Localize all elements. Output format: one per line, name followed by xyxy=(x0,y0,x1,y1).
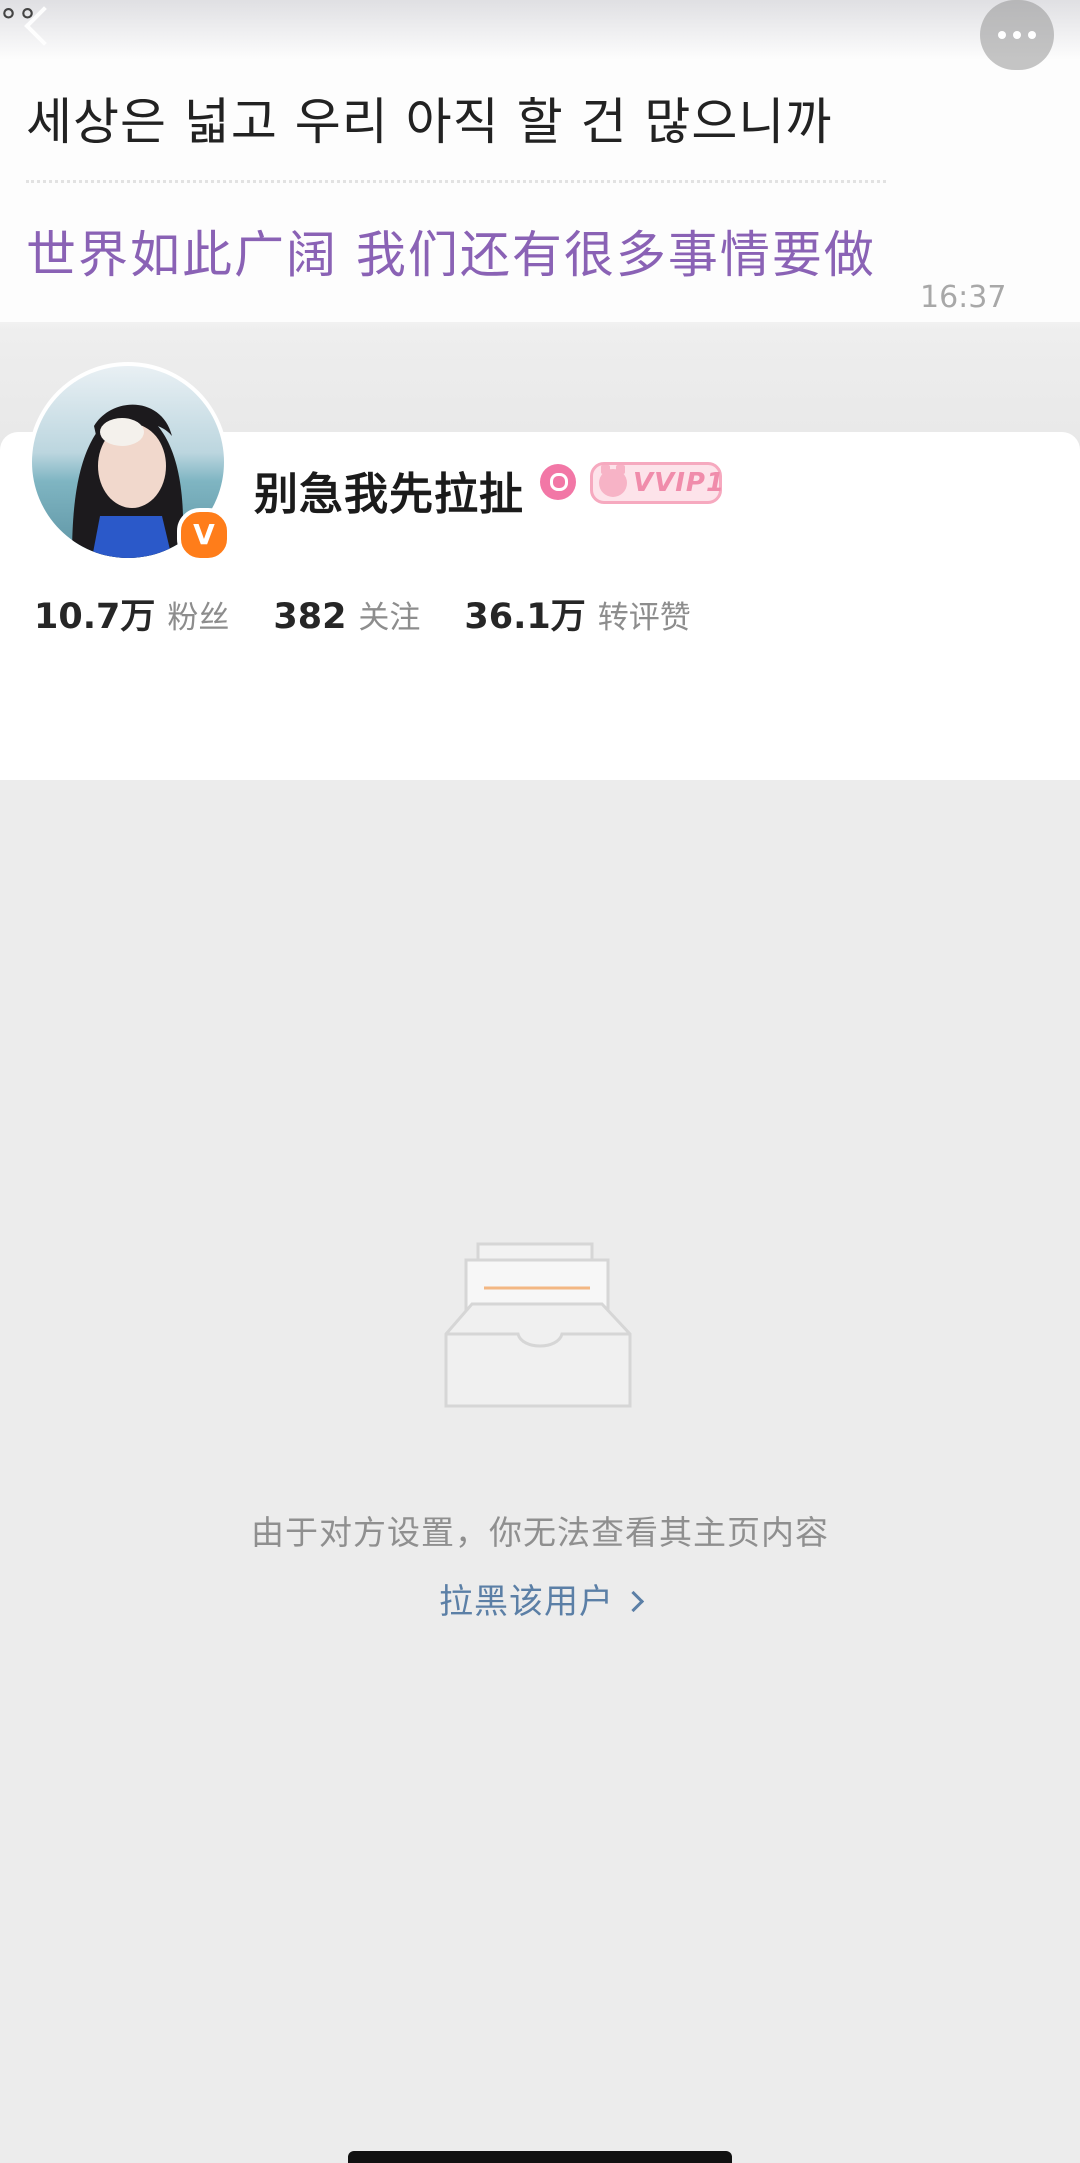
more-dot-icon xyxy=(1013,31,1021,39)
block-user-label: 拉黑该用户 xyxy=(439,1582,614,1622)
chevron-right-icon xyxy=(622,1590,645,1613)
empty-inbox-icon xyxy=(440,1238,640,1414)
stat-reposts-comments-likes[interactable]: 36.1万 转评赞 xyxy=(464,588,690,639)
stat-followers[interactable]: 10.7万 粉丝 xyxy=(34,588,229,639)
stat-value: 10.7万 xyxy=(34,597,156,637)
profile-stats: 10.7万 粉丝 382 关注 36.1万 转评赞 xyxy=(34,588,735,639)
stat-value: 36.1万 xyxy=(464,597,586,637)
banner-message-time: 16:37 xyxy=(920,280,1007,315)
banner-divider xyxy=(26,180,886,183)
stat-label: 转评赞 xyxy=(597,600,691,636)
banner-korean-text: 세상은 넓고 우리 아직 할 건 많으니까 xyxy=(26,93,833,151)
pig-icon xyxy=(599,465,627,497)
stat-value: 382 xyxy=(273,597,347,637)
restricted-profile-message: 由于对方设置，你无法查看其主页内容 xyxy=(251,1513,829,1552)
stat-label: 关注 xyxy=(358,600,421,636)
profile-username: 别急我先拉扯 xyxy=(254,469,524,520)
more-dot-icon xyxy=(998,31,1006,39)
more-options-button[interactable] xyxy=(980,0,1054,70)
banner-chinese-text: 世界如此广阔 我们还有很多事情要做 xyxy=(26,226,876,284)
female-gender-icon xyxy=(540,464,576,500)
vip-badge[interactable]: VVIP1 xyxy=(590,462,726,504)
verified-badge-icon: V xyxy=(177,508,231,562)
home-indicator[interactable] xyxy=(348,2151,732,2163)
more-dot-icon xyxy=(1028,31,1036,39)
stat-label: 粉丝 xyxy=(167,600,230,636)
stat-following[interactable]: 382 关注 xyxy=(273,592,420,637)
top-fade xyxy=(0,0,1080,60)
block-user-link[interactable]: 拉黑该用户 xyxy=(0,1574,1080,1623)
vip-badge-label: VVIP1 xyxy=(633,468,726,498)
